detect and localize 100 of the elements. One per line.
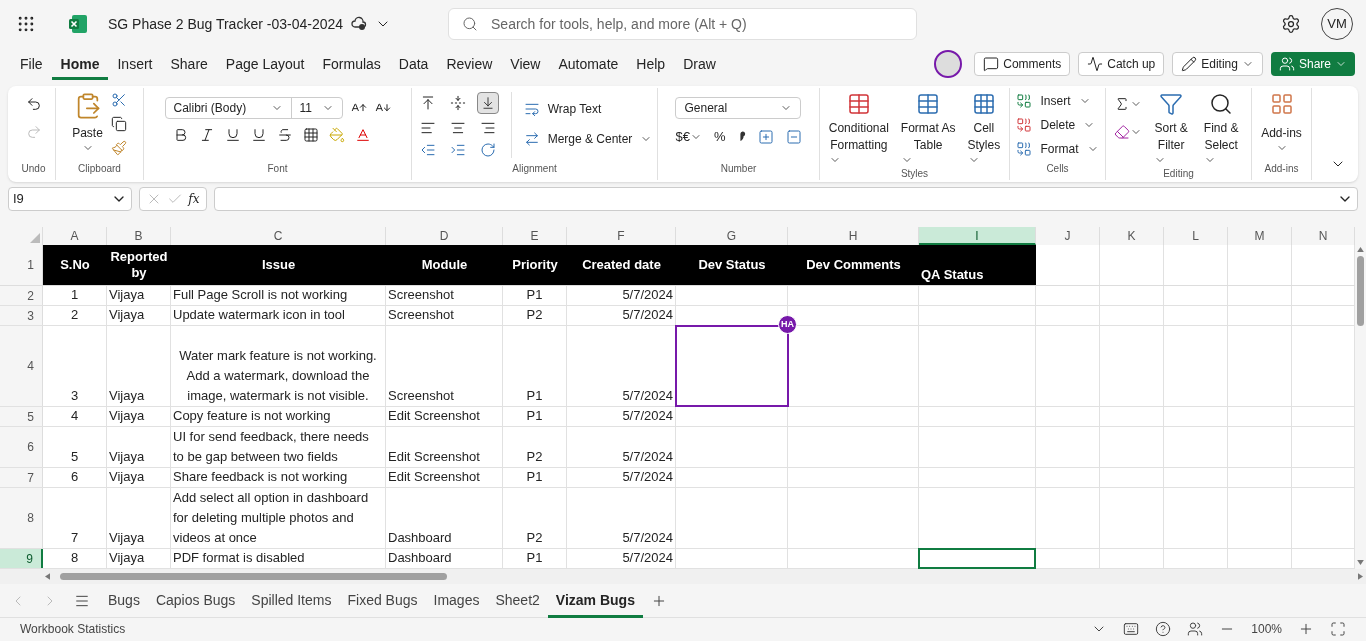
font-color-icon[interactable] (354, 127, 371, 143)
scroll-thumb[interactable] (60, 573, 447, 580)
menu-tab[interactable]: Insert (108, 48, 162, 80)
sheet-tab[interactable]: Bugs (100, 583, 148, 618)
format-painter-icon[interactable] (110, 140, 127, 156)
menu-tab[interactable]: Automate (549, 48, 628, 80)
column-header[interactable]: L (1164, 227, 1228, 245)
column-title: Created date (567, 245, 676, 285)
scroll-left-icon[interactable] (45, 573, 50, 580)
add-ins-button[interactable]: Add-ins (1261, 92, 1302, 154)
row-header[interactable]: 1 (0, 245, 43, 285)
wrap-text-button[interactable]: Wrap Text (523, 100, 653, 118)
row-header[interactable]: 2 (0, 286, 43, 305)
menu-tab[interactable]: Share (161, 48, 217, 80)
undo-icon[interactable] (25, 96, 42, 112)
settings-icon[interactable] (1281, 14, 1301, 34)
merge-center-button[interactable]: Merge & Center (523, 130, 653, 148)
increase-decimal-icon[interactable] (757, 128, 774, 145)
search-field[interactable]: Search for tools, help, and more (Alt + Q) (448, 8, 918, 40)
scroll-up-icon[interactable] (1357, 247, 1364, 252)
menu-tab[interactable]: Draw (674, 48, 725, 80)
share-button[interactable]: Share (1270, 52, 1355, 76)
insert-cells-icon (1016, 93, 1033, 109)
sheet-tab[interactable]: Capios Bugs (147, 583, 244, 618)
status-text[interactable]: Workbook Statistics (20, 619, 126, 638)
menu-tab[interactable]: File (11, 48, 52, 80)
row-header[interactable]: 8 (0, 488, 43, 548)
comma-style-icon[interactable] (737, 130, 746, 143)
ribbon-button[interactable]: Conditional Formatting (824, 92, 893, 166)
row-header[interactable]: 6 (0, 427, 43, 467)
column-header[interactable]: J (1036, 227, 1100, 245)
sheet-tab[interactable]: Spilled Items (243, 583, 340, 618)
editing-button[interactable]: Editing (1172, 52, 1263, 76)
borders-icon[interactable] (302, 127, 319, 143)
app-launcher-icon[interactable] (16, 14, 36, 34)
scroll-right-icon[interactable] (1358, 573, 1363, 580)
menu-tab[interactable]: Page Layout (216, 48, 314, 80)
keyboard-icon[interactable] (1123, 620, 1140, 637)
scissors-icon[interactable] (110, 92, 127, 108)
row-header[interactable]: 4 (0, 326, 43, 406)
table-cell: Water mark feature is not working. Add a watermark, download the image, watermark is not visible. (171, 326, 386, 406)
people-icon[interactable] (1187, 620, 1204, 637)
cells-button[interactable]: Format (1016, 140, 1099, 158)
insert-function-button[interactable]: fx (188, 190, 200, 208)
menu-tab[interactable]: Home (51, 48, 109, 80)
vertical-scrollbar[interactable] (1355, 227, 1366, 569)
user-avatar[interactable] (934, 50, 963, 78)
double-underline-icon[interactable] (250, 127, 267, 143)
cells-button[interactable]: Insert (1016, 92, 1091, 110)
row-header[interactable]: 7 (0, 468, 43, 487)
help-icon[interactable] (1155, 620, 1172, 637)
formula-input[interactable] (214, 187, 1358, 211)
merge-icon (523, 131, 540, 147)
menu-tab[interactable]: Review (437, 48, 502, 80)
pulse-icon (1087, 56, 1104, 72)
strikethrough-icon[interactable] (276, 127, 293, 143)
horizontal-scrollbar[interactable] (0, 569, 1366, 584)
column-header[interactable]: I (919, 227, 1036, 245)
column-title: S.No (43, 245, 107, 285)
table-cell: P2 (503, 488, 567, 548)
row-header[interactable]: 3 (0, 306, 43, 325)
ribbon-button[interactable]: Sort & Filter (1150, 92, 1192, 166)
table-cell: P2 (503, 427, 567, 467)
row-header[interactable]: 5 (0, 407, 43, 426)
copy-icon[interactable] (110, 116, 127, 132)
ribbon-button[interactable]: Find & Select (1199, 92, 1243, 166)
zoom-level[interactable]: 100% (1251, 619, 1282, 638)
menu-tab[interactable]: Formulas (313, 48, 390, 80)
number-format-dropdown[interactable]: General (675, 97, 802, 119)
paste-button[interactable]: Paste (72, 92, 103, 156)
sheet-tab[interactable]: Sheet2 (487, 583, 548, 618)
cells-button[interactable]: Delete (1016, 116, 1096, 134)
collaborator-badge: HA (778, 315, 797, 334)
menu-tab[interactable]: Data (389, 48, 438, 80)
row-header[interactable]: 9 (0, 549, 43, 568)
fill-color-icon[interactable] (328, 127, 345, 143)
menu-tab[interactable]: Help (627, 48, 675, 80)
percent-button[interactable]: % (713, 127, 726, 147)
ribbon-button[interactable]: Cell Styles (963, 92, 1005, 166)
sheet-tab[interactable]: Fixed Bugs (339, 583, 426, 618)
table-cell: Vijaya (107, 407, 171, 426)
comments-button[interactable]: Comments (974, 52, 1071, 76)
font-name-dropdown[interactable]: Calibri (Body) (165, 98, 292, 118)
eraser-icon[interactable] (1114, 124, 1131, 140)
currency-button[interactable]: $€ (675, 127, 702, 147)
group-label: Add-ins (1264, 162, 1299, 176)
selected-cell[interactable] (918, 548, 1036, 569)
column-header[interactable]: K (1100, 227, 1164, 245)
ribbon-button[interactable]: Format As Table (896, 92, 960, 166)
sheet-tab[interactable]: Images (425, 583, 488, 618)
catch-up-button[interactable]: Catch up (1078, 52, 1165, 76)
bottom-align-icon[interactable] (476, 92, 499, 114)
scroll-thumb[interactable] (1357, 256, 1364, 326)
scroll-down-icon[interactable] (1357, 560, 1364, 565)
column-header[interactable]: M (1228, 227, 1292, 245)
name-box[interactable]: I9 (8, 187, 132, 211)
sheet-tab[interactable]: Vizam Bugs (547, 583, 643, 618)
font-size-dropdown[interactable]: 11 (291, 98, 342, 118)
underline-icon[interactable] (224, 127, 241, 143)
menu-tab[interactable]: View (501, 48, 550, 80)
